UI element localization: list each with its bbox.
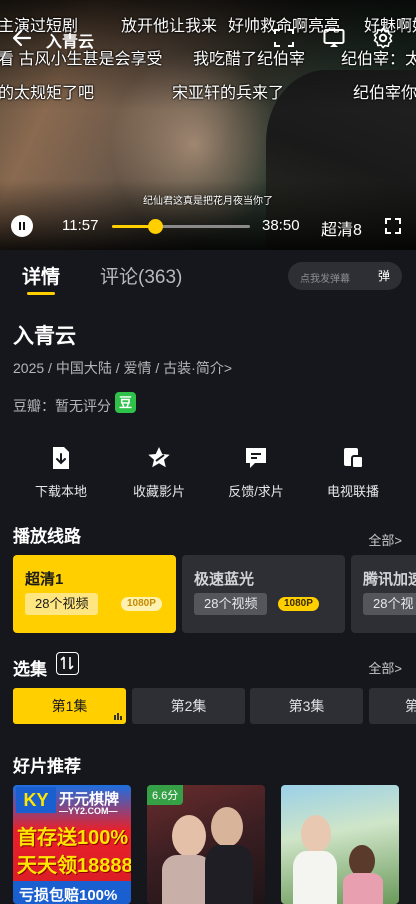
episode-label: 第2集 xyxy=(170,698,207,714)
line-card[interactable]: 腾讯加速 28个视 xyxy=(351,555,416,633)
video-player[interactable]: 主演过短剧 放开他让我来 好帅救命啊亮亮 好魅啊好 看 古风小生甚是会享受 我吃… xyxy=(0,0,416,250)
tv-cast-icon xyxy=(344,448,364,469)
line-resolution-badge: 1080P xyxy=(278,597,319,611)
video-title: 入青云 xyxy=(46,34,95,51)
feedback-button[interactable]: 反馈/求片 xyxy=(211,445,301,500)
movie-poster[interactable] xyxy=(281,785,399,904)
download-button[interactable]: 下载本地 xyxy=(16,445,106,500)
episode-button[interactable]: 第2集 xyxy=(132,688,245,724)
movie-poster[interactable]: 6.6分 xyxy=(147,785,265,904)
current-time: 11:57 xyxy=(62,217,99,234)
playing-indicator-icon xyxy=(114,713,122,720)
pause-icon[interactable] xyxy=(11,215,33,237)
feedback-icon xyxy=(246,448,266,468)
back-arrow-icon[interactable] xyxy=(10,26,34,50)
line-video-count: 28个视 xyxy=(363,593,416,615)
play-lines-all-link[interactable]: 全部> xyxy=(368,530,402,549)
episode-label: 第 xyxy=(405,698,416,714)
episode-label: 第1集 xyxy=(51,698,88,714)
score-badge: 6.6分 xyxy=(147,785,184,805)
episode-button[interactable]: 第 xyxy=(369,688,416,724)
douban-rating: 豆瓣：暂无评分 xyxy=(13,398,111,414)
fullscreen-icon[interactable] xyxy=(384,217,402,235)
episode-button[interactable]: 第1集 xyxy=(13,688,126,724)
danmaku-comment: 的太规矩了吧 xyxy=(0,85,95,102)
danmaku-comment: 放开他让我来 xyxy=(121,18,218,35)
pip-icon[interactable] xyxy=(272,26,296,50)
ad-line: 亏损包赔100% xyxy=(19,887,118,904)
play-lines-title: 播放线路 xyxy=(13,527,81,546)
show-meta[interactable]: 2025 / 中国大陆 / 爱情 / 古装·简介> xyxy=(13,358,232,378)
tv-cast-label: 电视联播 xyxy=(326,484,379,499)
episode-sort-icon[interactable] xyxy=(56,652,79,675)
download-icon xyxy=(53,447,69,469)
progress-bar[interactable] xyxy=(112,219,250,234)
danmaku-comment: 宋亚轩的兵来了 xyxy=(172,85,285,102)
feedback-label: 反馈/求片 xyxy=(228,484,284,499)
line-name: 腾讯加速 xyxy=(363,571,416,588)
favorite-button[interactable]: 收藏影片 xyxy=(114,445,204,500)
danmaku-input[interactable]: 点我发弹幕 弹 xyxy=(288,262,402,290)
ad-site: —YY2.COM— xyxy=(59,806,118,816)
star-icon xyxy=(148,447,170,468)
tab-comments[interactable]: 评论(363) xyxy=(100,262,182,289)
line-video-count: 28个视频 xyxy=(194,593,268,615)
cast-icon[interactable] xyxy=(322,26,346,50)
ad-line: 首存送100% xyxy=(17,827,129,849)
ad-poster[interactable]: KY 开元棋牌 —YY2.COM— 首存送100% 天天领18888 亏损包赔1… xyxy=(13,785,131,904)
episodes-all-link[interactable]: 全部> xyxy=(368,658,402,677)
douban-badge: 豆 xyxy=(115,392,136,413)
line-resolution-badge: 1080P xyxy=(121,597,162,611)
tv-cast-button[interactable]: 电视联播 xyxy=(308,445,398,500)
line-name: 超清1 xyxy=(25,571,64,588)
recommend-title: 好片推荐 xyxy=(13,757,81,776)
download-label: 下载本地 xyxy=(34,484,87,499)
progress-thumb[interactable] xyxy=(147,219,163,234)
tab-details[interactable]: 详情 xyxy=(22,262,60,289)
favorite-label: 收藏影片 xyxy=(132,484,185,499)
line-card[interactable]: 超清1 28个视频 1080P xyxy=(13,555,176,633)
line-video-count: 28个视频 xyxy=(25,593,99,615)
quality-selector[interactable]: 超清8 xyxy=(321,216,362,240)
danmaku-comment: 纪伯宰你 xyxy=(353,85,416,102)
ad-line: 天天领18888 xyxy=(17,855,131,877)
show-title: 入青云 xyxy=(13,325,76,348)
danmaku-send-button[interactable]: 弹 xyxy=(374,266,394,286)
episode-button[interactable]: 第3集 xyxy=(250,688,363,724)
episodes-title: 选集 xyxy=(13,660,47,679)
settings-gear-icon[interactable] xyxy=(371,26,395,50)
line-card[interactable]: 极速蓝光 28个视频 1080P xyxy=(182,555,345,633)
episode-label: 第3集 xyxy=(288,698,325,714)
ad-logo: KY xyxy=(16,787,56,813)
total-time: 38:50 xyxy=(262,217,300,234)
video-subtitle: 纪仙君这真是把花月夜当你了 xyxy=(143,196,273,207)
danmaku-input-placeholder: 点我发弹幕 xyxy=(300,274,350,285)
line-name: 极速蓝光 xyxy=(194,571,255,588)
tab-underline xyxy=(27,292,55,295)
